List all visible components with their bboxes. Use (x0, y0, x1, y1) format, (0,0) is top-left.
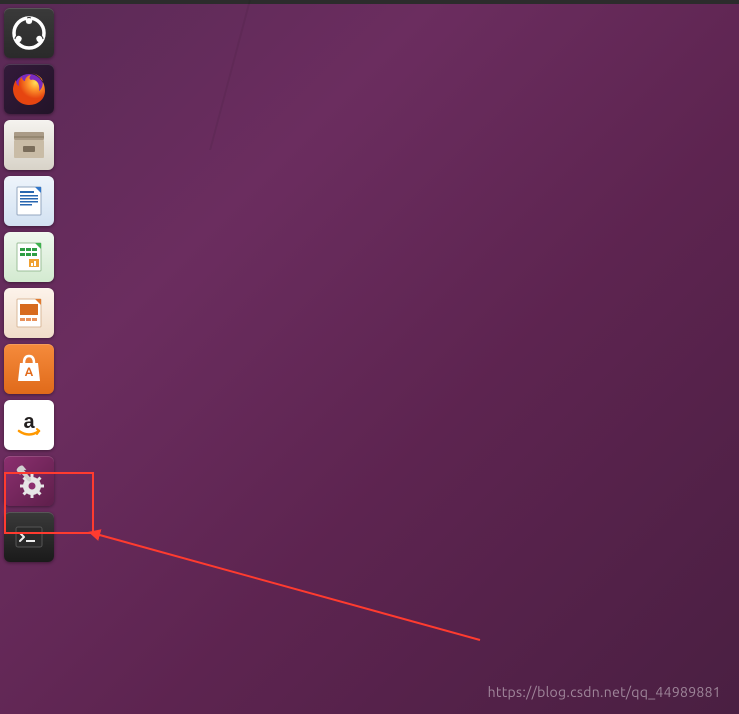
firefox-icon (9, 69, 49, 109)
amazon-icon: a (11, 407, 47, 443)
libreoffice-impress-launcher[interactable] (4, 288, 54, 338)
ubuntu-software-launcher[interactable]: A (4, 344, 54, 394)
unity-launcher: A a (4, 8, 58, 562)
annotation-arrow (0, 0, 739, 714)
libreoffice-writer-launcher[interactable] (4, 176, 54, 226)
files-icon (10, 126, 48, 164)
top-menu-bar (0, 0, 739, 4)
dash-home-button[interactable] (4, 8, 54, 58)
gear-wrench-icon (9, 461, 49, 501)
terminal-icon (11, 519, 47, 555)
shopping-bag-icon: A (11, 351, 47, 387)
system-settings-launcher[interactable] (4, 456, 54, 506)
watermark-text: https://blog.csdn.net/qq_44989881 (488, 684, 721, 700)
svg-text:A: A (25, 366, 34, 379)
libreoffice-impress-icon (11, 295, 47, 331)
libreoffice-calc-launcher[interactable] (4, 232, 54, 282)
terminal-launcher[interactable] (4, 512, 54, 562)
files-launcher[interactable] (4, 120, 54, 170)
ubuntu-logo-icon (11, 15, 47, 51)
libreoffice-calc-icon (11, 239, 47, 275)
firefox-launcher[interactable] (4, 64, 54, 114)
svg-text:a: a (23, 411, 35, 433)
amazon-launcher[interactable]: a (4, 400, 54, 450)
libreoffice-writer-icon (11, 183, 47, 219)
